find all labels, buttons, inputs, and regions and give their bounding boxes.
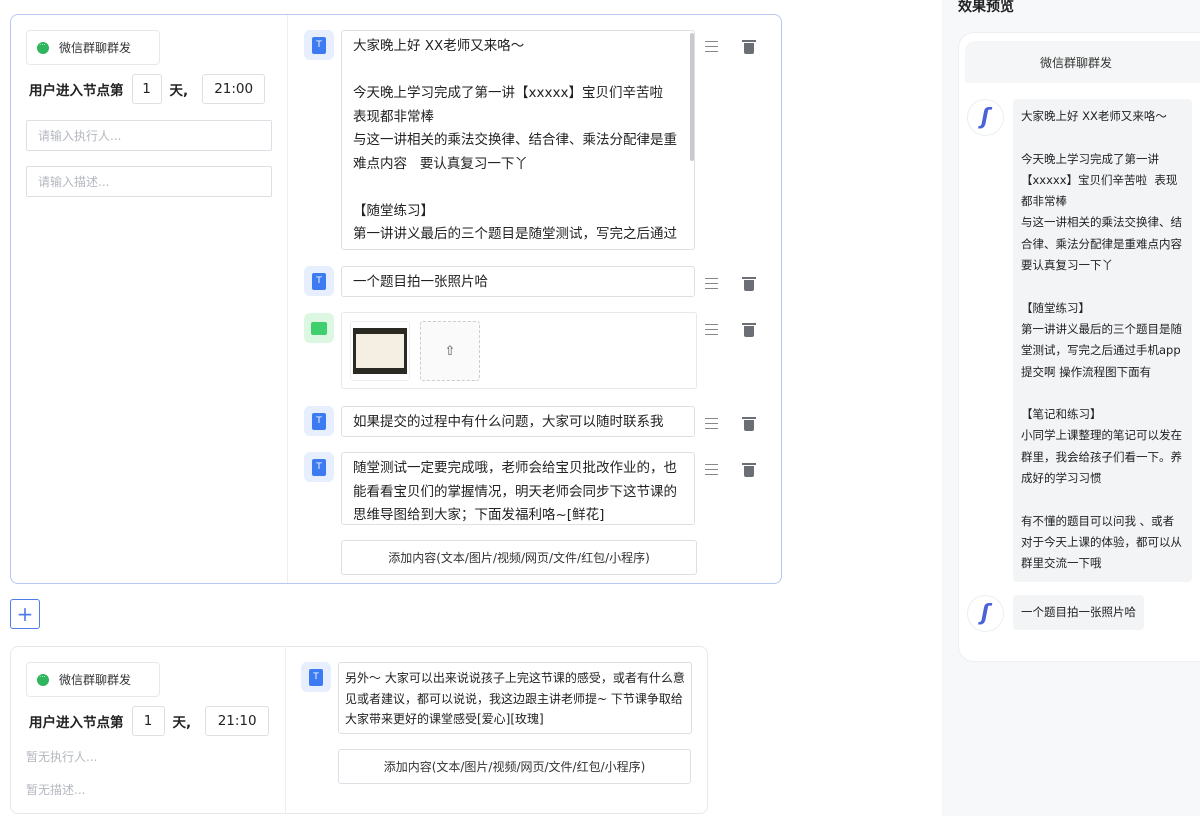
- image-type-icon: [304, 313, 334, 343]
- trash-icon[interactable]: [744, 280, 754, 291]
- add-content-button[interactable]: 添加内容(文本/图片/视频/网页/文件/红包/小程序): [338, 749, 691, 784]
- executor-input[interactable]: 请输入执行人...: [26, 120, 272, 151]
- scrollbar[interactable]: [690, 33, 694, 161]
- channel-tag: 微信群聊群发: [26, 662, 160, 697]
- text-content-input[interactable]: 一个题目拍一张照片哈: [341, 266, 695, 297]
- schedule-row: 用户进入节点第 1 天, 21:00: [29, 74, 265, 104]
- time-input[interactable]: 21:00: [202, 74, 265, 104]
- text-content-input[interactable]: 随堂测试一定要完成哦，老师会给宝贝批改作业的，也能看看宝贝们的掌握情况，明天老师…: [341, 452, 695, 525]
- text-type-icon: T: [301, 662, 331, 692]
- chat-bubble: 一个题目拍一张照片哈: [1013, 595, 1144, 630]
- trash-icon[interactable]: [744, 326, 754, 337]
- preview-title: 效果预览: [958, 0, 1014, 16]
- description-empty: 暂无描述...: [26, 781, 85, 798]
- drag-handle-icon[interactable]: [705, 464, 718, 475]
- channel-tag: 微信群聊群发: [26, 30, 160, 65]
- upload-icon[interactable]: ⇧: [420, 321, 480, 381]
- chat-bubble: 大家晚上好 XX老师又来咯～ 今天晚上学习完成了第一讲【xxxxx】宝贝们辛苦啦…: [1013, 99, 1192, 582]
- day-suffix: 天,: [173, 711, 192, 731]
- avatar: ʃ: [967, 99, 1004, 136]
- drag-handle-icon[interactable]: [705, 418, 718, 429]
- divider: [287, 15, 288, 583]
- drag-handle-icon[interactable]: [705, 324, 718, 335]
- schedule-prefix: 用户进入节点第: [29, 711, 124, 731]
- channel-label: 微信群聊群发: [59, 39, 131, 56]
- text-content-input[interactable]: 另外～ 大家可以出来说说孩子上完这节课的感受，或者有什么意见或者建议，都可以说说…: [338, 662, 692, 734]
- drag-handle-icon[interactable]: [705, 278, 718, 289]
- node-card-1: 微信群聊群发 用户进入节点第 1 天, 21:00 请输入执行人... 请输入描述..…: [10, 14, 782, 584]
- phone-preview: 微信群聊群发 ʃ 大家晚上好 XX老师又来咯～ 今天晚上学习完成了第一讲【xxx…: [958, 32, 1200, 662]
- text-content-input[interactable]: 如果提交的过程中有什么问题，大家可以随时联系我: [341, 406, 695, 437]
- day-value: 1: [132, 706, 165, 736]
- image-content-box: ⇧: [341, 312, 697, 389]
- executor-empty: 暂无执行人...: [26, 748, 97, 765]
- trash-icon[interactable]: [744, 466, 754, 477]
- node-card-2: 微信群聊群发 用户进入节点第1天,21:10 暂无执行人... 暂无描述... …: [10, 646, 708, 814]
- wechat-icon: [37, 674, 49, 686]
- schedule-prefix: 用户进入节点第: [29, 79, 124, 99]
- text-content-input[interactable]: 大家晚上好 XX老师又来咯～ 今天晚上学习完成了第一讲【xxxxx】宝贝们辛苦啦…: [341, 30, 695, 250]
- add-content-button[interactable]: 添加内容(文本/图片/视频/网页/文件/红包/小程序): [341, 540, 697, 575]
- schedule-row: 用户进入节点第 1 天, 21:10: [29, 706, 269, 736]
- wechat-icon: [37, 42, 49, 54]
- trash-icon[interactable]: [744, 43, 754, 54]
- trash-icon[interactable]: [744, 420, 754, 431]
- drag-handle-icon[interactable]: [705, 41, 718, 52]
- channel-label: 微信群聊群发: [59, 671, 131, 688]
- add-node-button[interactable]: +: [10, 599, 40, 629]
- text-type-icon: T: [304, 266, 334, 296]
- image-thumbnail[interactable]: [350, 321, 410, 381]
- description-input[interactable]: 请输入描述...: [26, 166, 272, 197]
- avatar: ʃ: [967, 595, 1004, 632]
- divider: [285, 647, 286, 813]
- text-type-icon: T: [304, 452, 334, 482]
- text-type-icon: T: [304, 30, 334, 60]
- day-suffix: 天,: [170, 79, 189, 99]
- time-value: 21:10: [205, 706, 269, 736]
- chat-header: 微信群聊群发: [965, 41, 1200, 83]
- day-input[interactable]: 1: [132, 74, 162, 104]
- text-type-icon: T: [304, 406, 334, 436]
